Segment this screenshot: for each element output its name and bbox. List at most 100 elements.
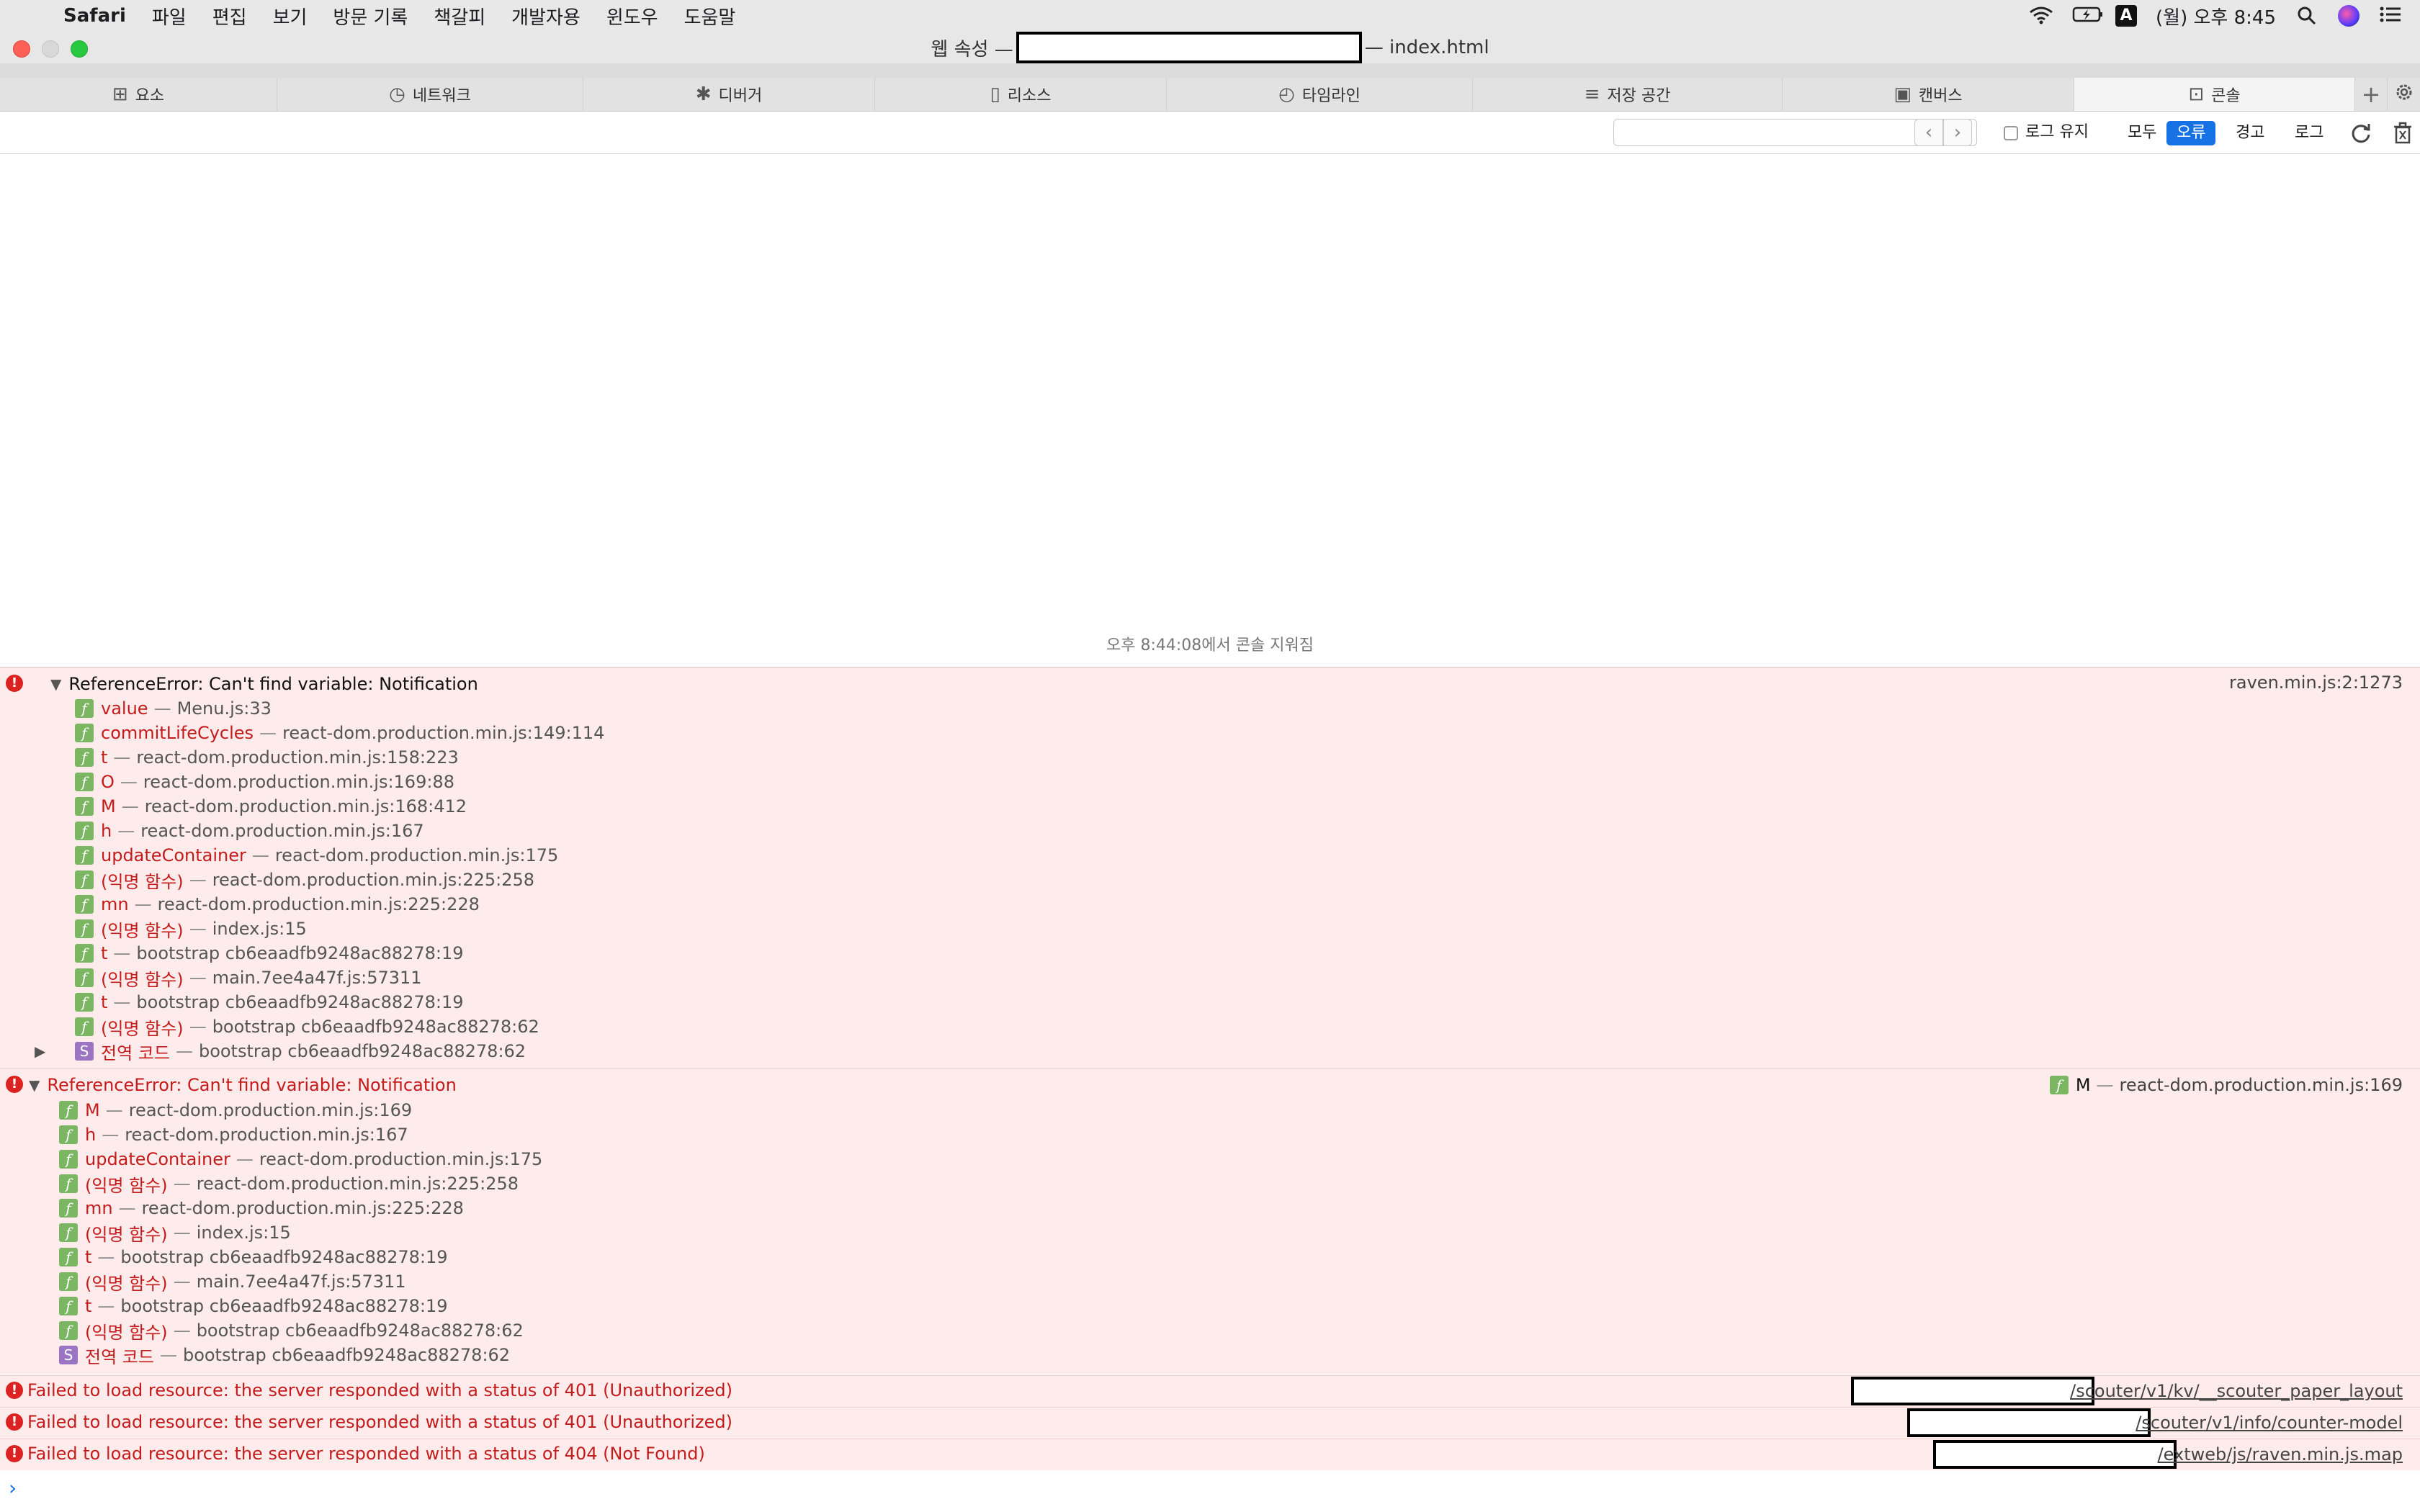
tab-canvas[interactable]: ▣ 캔버스: [1783, 78, 2074, 111]
stack-frame[interactable]: f updateContainer — react-dom.production.mi…: [59, 1148, 542, 1171]
siri-icon[interactable]: [2338, 5, 2360, 27]
frame-location[interactable]: react-dom.production.min.js:169:88: [143, 772, 454, 792]
add-tab-button[interactable]: +: [2355, 78, 2388, 111]
frame-location[interactable]: react-dom.production.min.js:225:228: [142, 1198, 464, 1218]
filter-all-button[interactable]: 모두: [2118, 121, 2166, 145]
stack-frame[interactable]: f (익명 함수) — main.7ee4a47f.js:57311: [59, 1270, 406, 1294]
disclosure-triangle-icon[interactable]: ▼: [50, 675, 61, 693]
stack-frame[interactable]: f value — Menu.js:33: [75, 697, 272, 720]
stack-frame[interactable]: f t — bootstrap cb6eaadfb9248ac88278:19: [59, 1246, 448, 1269]
function-icon: f: [59, 1297, 78, 1315]
stack-frame[interactable]: f M — react-dom.production.min.js:168:412: [75, 795, 467, 818]
stack-frame[interactable]: f mn — react-dom.production.min.js:225:228: [75, 893, 480, 916]
stack-frame[interactable]: f h — react-dom.production.min.js:167: [75, 819, 424, 842]
reload-icon[interactable]: [2349, 122, 2372, 148]
tab-storage[interactable]: ≡ 저장 공간: [1473, 78, 1783, 111]
console-prompt[interactable]: ›: [9, 1476, 17, 1500]
menu-file[interactable]: 파일: [139, 3, 200, 30]
stack-frame[interactable]: f (익명 함수) — react-dom.production.min.js:225…: [59, 1172, 519, 1196]
menu-develop[interactable]: 개발자용: [498, 3, 593, 30]
menu-edit[interactable]: 편집: [200, 3, 260, 30]
stack-frame[interactable]: f t — bootstrap cb6eaadfb9248ac88278:19: [59, 1295, 448, 1318]
preserve-log-checkbox[interactable]: [2004, 126, 2018, 140]
filter-errors-button[interactable]: 오류: [2166, 121, 2216, 145]
clear-console-icon[interactable]: [2393, 122, 2413, 148]
battery-icon[interactable]: [2072, 6, 2103, 26]
error-header[interactable]: ▼ ReferenceError: Can't find variable: N…: [29, 1074, 457, 1097]
stack-frame[interactable]: f (익명 함수) — react-dom.production.min.js:225…: [75, 868, 534, 892]
stack-frame[interactable]: f h — react-dom.production.min.js:167: [59, 1123, 408, 1146]
frame-location[interactable]: bootstrap cb6eaadfb9248ac88278:19: [136, 943, 463, 963]
next-match-button[interactable]: ›: [1943, 119, 1972, 146]
stack-frame[interactable]: f (익명 함수) — index.js:15: [75, 917, 307, 941]
stack-frame[interactable]: f t — bootstrap cb6eaadfb9248ac88278:19: [75, 991, 464, 1014]
frame-location[interactable]: react-dom.production.min.js:225:228: [158, 894, 480, 914]
frame-location[interactable]: bootstrap cb6eaadfb9248ac88278:62: [199, 1041, 526, 1061]
spotlight-search-icon[interactable]: [2295, 6, 2319, 26]
frame-location[interactable]: react-dom.production.min.js:149:114: [282, 723, 604, 743]
frame-location[interactable]: react-dom.production.min.js:225:258: [212, 870, 534, 890]
notification-center-icon[interactable]: [2378, 6, 2403, 26]
tab-resources[interactable]: ▯ 리소스: [875, 78, 1167, 111]
frame-location[interactable]: react-dom.production.min.js:168:412: [145, 796, 467, 816]
preserve-log-label[interactable]: 로그 유지: [2025, 112, 2089, 153]
frame-location[interactable]: bootstrap cb6eaadfb9248ac88278:62: [212, 1017, 539, 1037]
resource-url-link[interactable]: /extweb/js/raven.min.js.map: [2158, 1444, 2403, 1464]
previous-match-button[interactable]: ‹: [1914, 119, 1943, 146]
stack-frame[interactable]: f updateContainer — react-dom.production.mi…: [75, 844, 558, 867]
wifi-icon[interactable]: [2029, 6, 2053, 26]
error-source-link[interactable]: raven.min.js:2:1273: [2229, 672, 2403, 693]
error-source-link[interactable]: f M — react-dom.production.min.js:169: [2049, 1074, 2403, 1097]
menu-bookmarks[interactable]: 책갈피: [421, 3, 498, 30]
frame-location[interactable]: bootstrap cb6eaadfb9248ac88278:19: [136, 992, 463, 1012]
stack-frame[interactable]: f commitLifeCycles — react-dom.production.m…: [75, 721, 604, 744]
inspector-settings-button[interactable]: [2388, 78, 2420, 111]
stack-frame[interactable]: f (익명 함수) — bootstrap cb6eaadfb9248ac88278:…: [75, 1015, 539, 1039]
disclosure-triangle-icon[interactable]: ▼: [29, 1076, 40, 1094]
tab-debugger[interactable]: ✱ 디버거: [583, 78, 875, 111]
stack-frame[interactable]: f O — react-dom.production.min.js:169:88: [75, 770, 454, 793]
stack-frame[interactable]: f mn — react-dom.production.min.js:225:228: [59, 1197, 464, 1220]
frame-location[interactable]: index.js:15: [212, 919, 307, 939]
frame-location[interactable]: main.7ee4a47f.js:57311: [212, 968, 422, 988]
stack-frame[interactable]: f t — react-dom.production.min.js:158:223: [75, 746, 459, 769]
menu-help[interactable]: 도움말: [671, 3, 749, 30]
frame-location[interactable]: react-dom.production.min.js:167: [125, 1125, 408, 1145]
menu-history[interactable]: 방문 기록: [320, 3, 421, 30]
menu-window[interactable]: 윈도우: [593, 3, 671, 30]
frame-location[interactable]: react-dom.production.min.js:175: [275, 845, 558, 865]
stack-frame[interactable]: f (익명 함수) — index.js:15: [59, 1221, 291, 1245]
error-header[interactable]: ▼ ReferenceError: Can't find variable: N…: [50, 672, 478, 696]
frame-location[interactable]: main.7ee4a47f.js:57311: [197, 1272, 406, 1292]
stack-frame[interactable]: f (익명 함수) — bootstrap cb6eaadfb9248ac88278:…: [59, 1319, 524, 1343]
filter-warnings-button[interactable]: 경고: [2226, 121, 2275, 145]
frame-location[interactable]: react-dom.production.min.js:225:258: [197, 1174, 519, 1194]
frame-location[interactable]: bootstrap cb6eaadfb9248ac88278:62: [197, 1320, 524, 1341]
frame-location[interactable]: index.js:15: [197, 1223, 291, 1243]
filter-logs-button[interactable]: 로그: [2285, 121, 2334, 145]
tab-elements[interactable]: ⊞ 요소: [0, 78, 277, 111]
frame-location[interactable]: bootstrap cb6eaadfb9248ac88278:19: [120, 1296, 447, 1316]
frame-location[interactable]: bootstrap cb6eaadfb9248ac88278:62: [183, 1345, 510, 1365]
frame-location[interactable]: bootstrap cb6eaadfb9248ac88278:19: [120, 1247, 447, 1267]
clock[interactable]: (월) 오후 8:45: [2156, 3, 2276, 30]
disclosure-triangle-icon[interactable]: ▶: [35, 1043, 45, 1060]
frame-location[interactable]: Menu.js:33: [177, 698, 272, 719]
stack-frame[interactable]: f t — bootstrap cb6eaadfb9248ac88278:19: [75, 942, 464, 965]
frame-location[interactable]: react-dom.production.min.js:167: [140, 821, 424, 841]
tab-timeline[interactable]: ◴ 타임라인: [1167, 78, 1473, 111]
menu-view[interactable]: 보기: [260, 3, 321, 30]
tab-console[interactable]: ⊡ 콘솔: [2074, 78, 2355, 111]
resource-url-link[interactable]: /scouter/v1/kv/__scouter_paper_layout: [2070, 1381, 2403, 1401]
resource-url-link[interactable]: /scouter/v1/info/counter-model: [2136, 1413, 2403, 1433]
frame-location[interactable]: react-dom.production.min.js:169: [129, 1100, 412, 1120]
stack-frame[interactable]: S 전역 코드 — bootstrap cb6eaadfb9248ac88278:62: [75, 1040, 526, 1063]
stack-frame[interactable]: f M — react-dom.production.min.js:169: [59, 1099, 412, 1122]
menu-app-name[interactable]: Safari: [50, 5, 139, 27]
frame-location[interactable]: react-dom.production.min.js:158:223: [136, 747, 458, 768]
input-source-icon[interactable]: A: [2115, 5, 2138, 27]
tab-network[interactable]: ◷ 네트워크: [277, 78, 583, 111]
frame-location[interactable]: react-dom.production.min.js:175: [259, 1149, 542, 1169]
stack-frame[interactable]: S 전역 코드 — bootstrap cb6eaadfb9248ac88278:62: [59, 1344, 510, 1367]
stack-frame[interactable]: f (익명 함수) — main.7ee4a47f.js:57311: [75, 966, 422, 990]
